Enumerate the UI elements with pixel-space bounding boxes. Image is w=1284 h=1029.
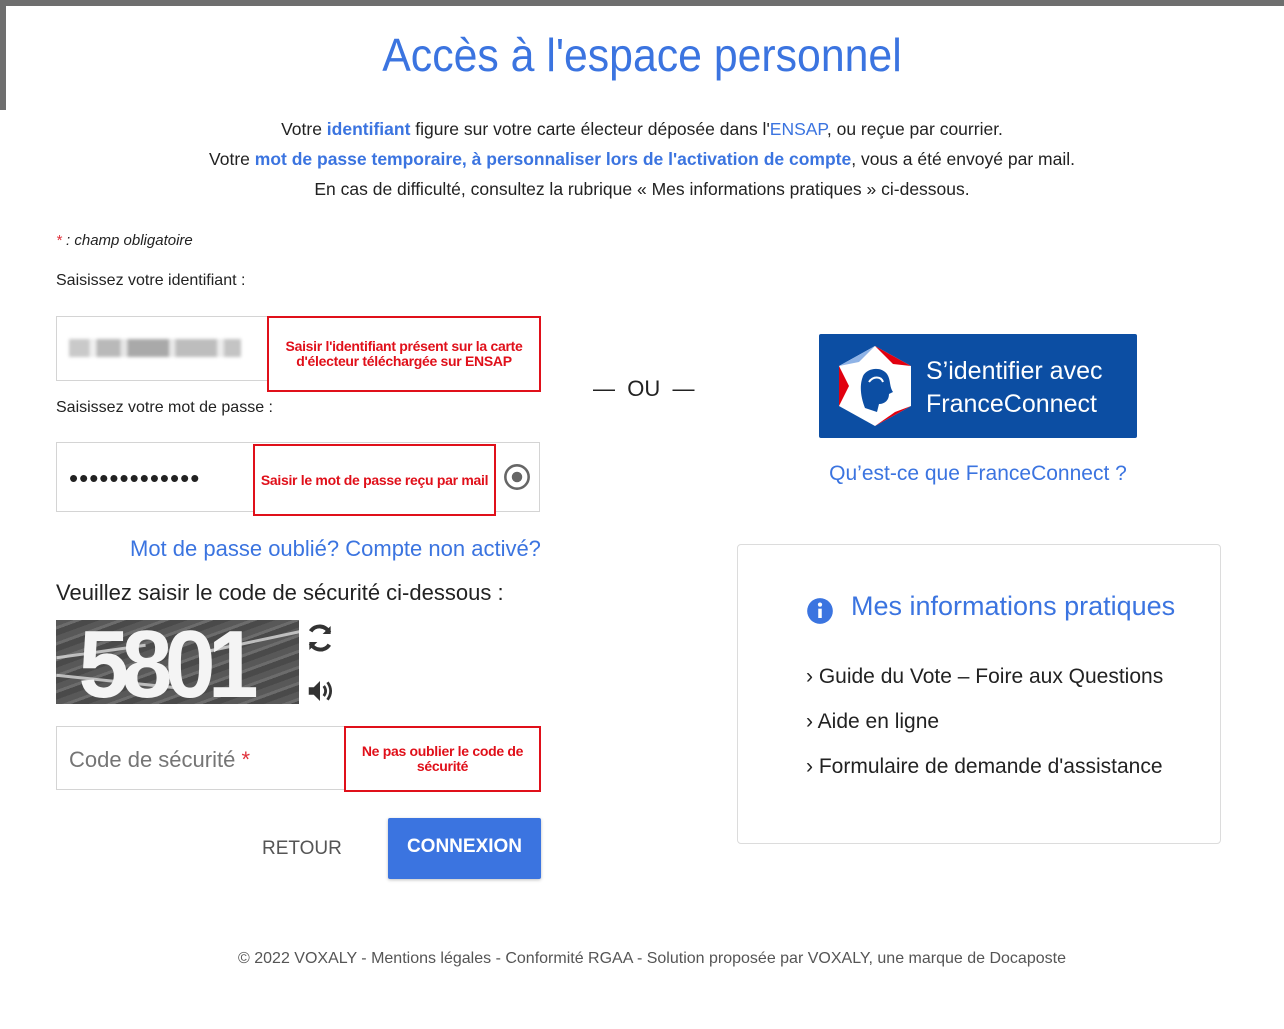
- intro-text-part: , ou reçue par courrier.: [826, 119, 1003, 139]
- info-icon: [807, 598, 833, 624]
- security-code-annotation: Ne pas oublier le code de sécurité: [344, 726, 541, 792]
- franceconnect-logo-icon: [839, 346, 911, 426]
- password-label: Saisissez votre mot de passe :: [56, 399, 273, 416]
- password-value: •••••••••••••: [69, 463, 201, 493]
- audio-captcha-icon[interactable]: [304, 676, 336, 706]
- intro-text-part: Votre: [209, 149, 255, 169]
- blurred-identifiant-value: [69, 339, 241, 357]
- refresh-captcha-icon[interactable]: [304, 622, 336, 654]
- placeholder-text: Code de sécurité: [69, 747, 236, 772]
- required-note-text: : champ obligatoire: [61, 232, 193, 249]
- what-is-franceconnect-link[interactable]: Qu’est-ce que FranceConnect ?: [819, 462, 1137, 486]
- identifiant-highlight: identifiant: [326, 119, 411, 139]
- info-link-aide[interactable]: › Aide en ligne: [806, 710, 939, 734]
- security-code-input[interactable]: Code de sécurité *: [56, 726, 346, 790]
- info-panel: Mes informations pratiques › Guide du Vo…: [737, 544, 1221, 844]
- info-link-guide[interactable]: › Guide du Vote – Foire aux Questions: [806, 665, 1163, 689]
- connexion-button[interactable]: CONNEXION: [388, 818, 541, 879]
- identifiant-annotation: Saisir l'identifiant présent sur la cart…: [267, 316, 541, 392]
- or-separator: — OU —: [593, 376, 695, 401]
- franceconnect-line1: S’identifier avec: [926, 357, 1103, 385]
- show-password-eye-icon[interactable]: [503, 463, 531, 491]
- intro-line-2: Votre mot de passe temporaire, à personn…: [0, 144, 1284, 174]
- intro-text: Votre identifiant figure sur votre carte…: [0, 114, 1284, 204]
- info-title: Mes informations pratiques: [851, 591, 1176, 621]
- captcha-label: Veuillez saisir le code de sécurité ci-d…: [56, 580, 504, 605]
- captcha-text: 5801: [78, 620, 259, 704]
- identifiant-label: Saisissez votre identifiant :: [56, 272, 246, 289]
- intro-text-part: , vous a été envoyé par mail.: [851, 149, 1075, 169]
- window-frame-top: [0, 0, 1284, 6]
- franceconnect-text: S’identifier avec FranceConnect: [926, 355, 1102, 421]
- intro-line-3: En cas de difficulté, consultez la rubri…: [314, 179, 970, 199]
- required-star: *: [241, 747, 251, 772]
- window-frame-left: [0, 0, 6, 110]
- password-annotation: Saisir le mot de passe reçu par mail: [253, 444, 496, 516]
- captcha-image: 5801: [56, 620, 299, 704]
- required-note: * : champ obligatoire: [56, 232, 193, 249]
- password-highlight: mot de passe temporaire, à personnaliser…: [254, 149, 852, 169]
- intro-line-1: Votre identifiant figure sur votre carte…: [0, 114, 1284, 144]
- ensap-link[interactable]: ENSAP: [770, 119, 827, 139]
- security-code-placeholder: Code de sécurité *: [69, 747, 250, 773]
- back-button[interactable]: RETOUR: [262, 838, 342, 860]
- page-title: Accès à l'espace personnel: [382, 29, 902, 81]
- info-link-assistance[interactable]: › Formulaire de demande d'assistance: [806, 755, 1163, 779]
- franceconnect-line2: FranceConnect: [926, 390, 1097, 418]
- franceconnect-button[interactable]: S’identifier avec FranceConnect: [819, 334, 1137, 438]
- footer: © 2022 VOXALY - Mentions légales - Confo…: [238, 950, 1066, 967]
- intro-text-part: Votre: [281, 119, 327, 139]
- intro-text-part: figure sur votre carte électeur déposée …: [410, 119, 770, 139]
- forgot-password-link[interactable]: Mot de passe oublié? Compte non activé?: [130, 536, 541, 562]
